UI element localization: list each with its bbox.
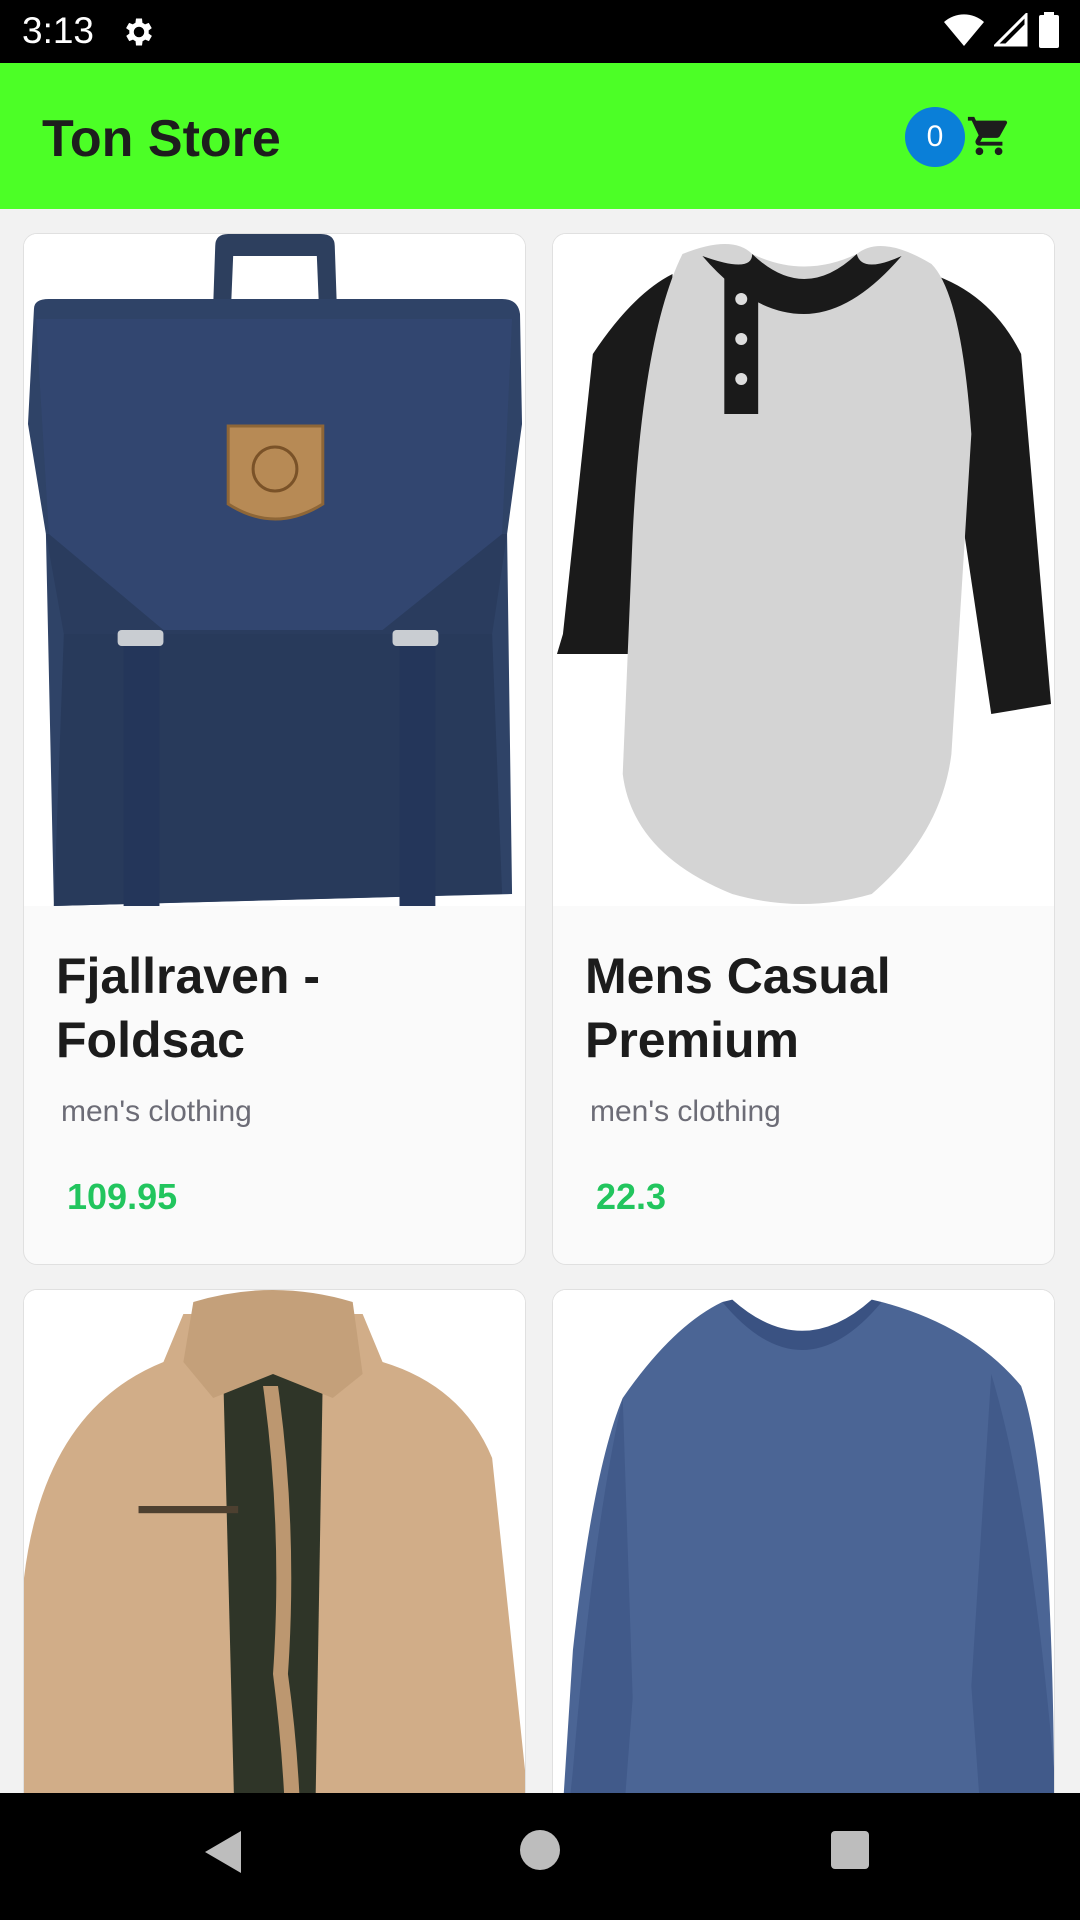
shopping-cart-icon[interactable]: [966, 113, 1012, 159]
product-price: 22.3: [596, 1176, 667, 1217]
product-category: men's clothing: [590, 1095, 781, 1128]
product-category: men's clothing: [61, 1095, 252, 1128]
status-bar: 3:13: [0, 0, 1080, 63]
signal-icon: [992, 10, 1028, 52]
product-card[interactable]: [23, 1289, 526, 1793]
product-image-long-sleeve-shirt: [553, 1290, 1054, 1793]
system-nav-bar: [0, 1793, 1080, 1920]
product-grid: Fjallraven - Foldsac men's clothing 109.…: [0, 209, 1080, 1793]
wifi-icon: [944, 13, 984, 52]
battery-icon: [1038, 11, 1060, 53]
product-card[interactable]: Mens Casual Premium men's clothing 22.3: [552, 233, 1055, 1265]
product-title: Fjallraven - Foldsac: [56, 948, 320, 1068]
product-image-backpack: [24, 234, 525, 906]
recents-icon[interactable]: [831, 1831, 869, 1869]
product-card[interactable]: [552, 1289, 1055, 1793]
status-time: 3:13: [22, 10, 95, 51]
product-title: Mens Casual Premium: [585, 948, 891, 1068]
settings-gear-icon: [121, 14, 157, 50]
cart-count-badge[interactable]: 0: [905, 107, 965, 167]
product-image-henley-shirt: [553, 234, 1054, 906]
app-title: Ton Store: [42, 110, 281, 168]
app-bar: Ton Store 0: [0, 63, 1080, 209]
product-price: 109.95: [67, 1176, 178, 1217]
product-card[interactable]: Fjallraven - Foldsac men's clothing 109.…: [23, 233, 526, 1265]
home-icon[interactable]: [520, 1830, 560, 1870]
back-icon[interactable]: [205, 1831, 243, 1878]
product-image-jacket: [24, 1290, 525, 1793]
